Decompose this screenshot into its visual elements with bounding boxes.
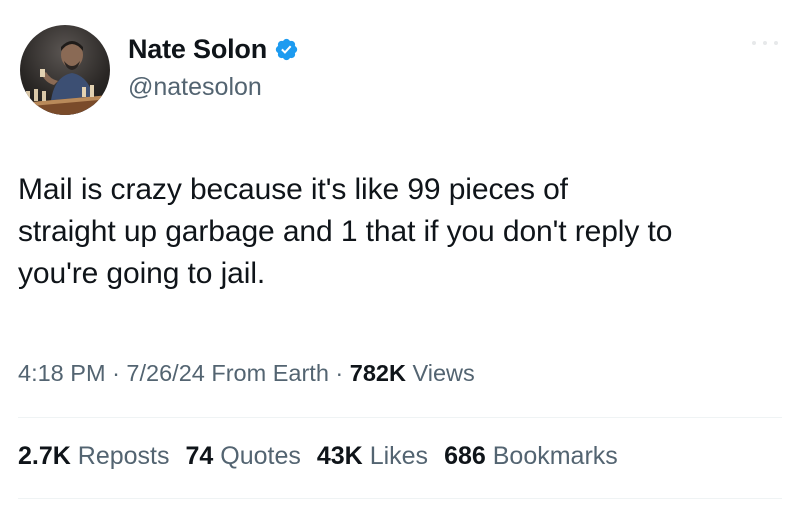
author-handle[interactable]: @natesolon xyxy=(128,73,299,102)
avatar[interactable] xyxy=(20,25,110,115)
meta-separator: · xyxy=(335,360,344,386)
verified-badge-icon[interactable] xyxy=(274,37,299,62)
tweet-date[interactable]: 7/26/24 xyxy=(126,360,204,386)
dot xyxy=(752,41,756,45)
bookmarks-label: Bookmarks xyxy=(492,442,618,470)
divider xyxy=(18,498,782,499)
bookmarks-count: 686 xyxy=(444,442,486,470)
tweet-meta: 4:18 PM · 7/26/24 From Earth · 782K View… xyxy=(18,360,475,387)
dot xyxy=(774,41,778,45)
tweet-source: From Earth xyxy=(211,360,329,386)
display-name[interactable]: Nate Solon xyxy=(128,34,267,65)
quotes-label: Quotes xyxy=(220,442,301,470)
quotes-count: 74 xyxy=(185,442,214,470)
views-count: 782K xyxy=(349,360,406,386)
views-label: Views xyxy=(412,360,475,386)
likes-count: 43K xyxy=(316,442,363,470)
stat-reposts[interactable]: 2.7K Reposts xyxy=(18,442,169,471)
reposts-count: 2.7K xyxy=(18,442,71,470)
profile-photo-icon xyxy=(20,41,110,115)
dot xyxy=(763,41,767,45)
author-names: Nate Solon @natesolon xyxy=(128,32,299,102)
stat-likes[interactable]: 43K Likes xyxy=(317,442,428,471)
reposts-label: Reposts xyxy=(77,442,170,470)
engagement-stats: 2.7K Reposts 74 Quotes 43K Likes 686 Boo… xyxy=(18,442,618,471)
stat-bookmarks[interactable]: 686 Bookmarks xyxy=(444,442,618,471)
more-options-icon[interactable] xyxy=(752,40,778,46)
display-name-row: Nate Solon xyxy=(128,32,299,66)
stat-quotes[interactable]: 74 Quotes xyxy=(185,442,300,471)
tweet-card: Nate Solon @natesolon Mail is crazy beca… xyxy=(18,22,782,502)
meta-separator: · xyxy=(112,360,120,386)
divider xyxy=(18,417,782,418)
tweet-text: Mail is crazy because it's like 99 piece… xyxy=(18,173,673,290)
likes-label: Likes xyxy=(369,442,429,470)
tweet-header: Nate Solon @natesolon xyxy=(18,22,782,118)
tweet-time[interactable]: 4:18 PM xyxy=(18,360,106,386)
